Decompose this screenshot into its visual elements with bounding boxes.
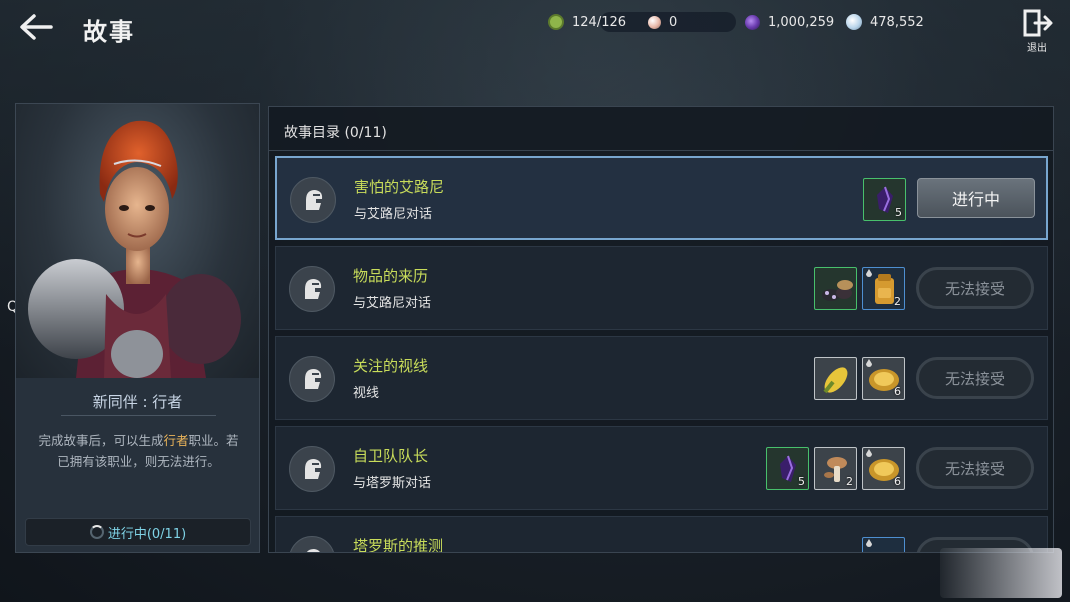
quest-objective: 视线 [353,386,380,401]
divider [269,150,1053,151]
reward-count: 2 [846,475,853,488]
companion-panel: 新同伴 : 行者 完成故事后，可以生成行者职业。若 已拥有该职业，则无法进行。 … [15,103,260,553]
drop-icon [866,359,872,367]
reward-item[interactable] [814,357,857,400]
top-bar: 故事 124/126 0 1,000,259 478,552 退出 [0,0,1070,56]
quest-objective: 与艾路尼对话 [353,296,432,311]
companion-portrait [16,104,259,378]
resource-pearl[interactable]: 0 [648,12,677,32]
quest-row[interactable]: 物品的来历 与艾路尼对话 2 无法接受 [275,246,1048,330]
companion-description: 完成故事后，可以生成行者职业。若 已拥有该职业，则无法进行。 [24,430,253,472]
reward-count: 6 [894,385,901,398]
reward-item[interactable]: 2 [814,447,857,490]
reward-count: 2 [894,295,901,308]
helmet-icon [289,356,335,402]
quest-row[interactable]: 自卫队队长 与塔罗斯对话 5 2 6 无法接受 [275,426,1048,510]
helmet-icon [290,177,336,223]
desc-text-1: 完成故事后，可以生成 [38,433,164,448]
quest-objective: 与塔罗斯对话 [353,476,432,491]
story-list-header: 故事目录 (0/11) [284,125,387,141]
reward-item[interactable]: 6 [862,357,905,400]
reward-count: 6 [894,475,901,488]
quest-row[interactable]: 塔罗斯的推测 [275,516,1048,553]
page-title: 故事 [83,18,135,46]
drop-icon [866,449,872,457]
quest-row[interactable]: 害怕的艾路尼 与艾路尼对话 5 进行中 [275,156,1048,240]
quest-name: 塔罗斯的推测 [353,537,444,553]
companion-title: 新同伴 : 行者 [92,393,183,411]
reward-item[interactable]: 2 [862,267,905,310]
reward-item[interactable]: 5 [863,178,906,221]
resource-energy-value: 124/126 [572,14,627,30]
divider [61,415,216,416]
resource-pearl-value: 0 [669,14,678,30]
story-progress-label: 进行中(0/11) [107,526,187,542]
quest-name: 自卫队队长 [353,447,429,465]
reward-item[interactable]: 6 [862,447,905,490]
back-button[interactable] [16,10,56,44]
reward-item[interactable] [862,537,905,552]
quest-unavailable-button[interactable]: 无法接受 [916,267,1034,309]
helmet-icon [289,266,335,312]
reward-count: 5 [798,475,805,488]
resource-silver-value: 478,552 [870,14,924,30]
reward-count: 5 [895,206,902,219]
ore-pile-icon [822,280,853,301]
quest-unavailable-button[interactable]: 无法接受 [916,447,1034,489]
resource-silver[interactable]: 478,552 [846,12,924,32]
quest-row[interactable]: 关注的视线 视线 6 无法接受 [275,336,1048,420]
exit-button[interactable]: 退出 [1020,8,1054,54]
resource-crystal[interactable]: 1,000,259 [745,12,834,32]
desc-class-highlight: 行者 [163,433,189,448]
arrow-left-icon [20,14,53,40]
story-list-panel: 故事目录 (0/11) 害怕的艾路尼 与艾路尼对话 5 进行中 物品的来历 与艾… [268,106,1054,553]
silver-icon [846,14,862,30]
helmet-icon [289,536,335,552]
quest-name: 物品的来历 [353,267,429,285]
resource-energy[interactable]: 124/126 [548,12,626,32]
drop-icon [866,539,872,547]
crystal-icon [745,14,760,30]
story-progress-button[interactable]: 进行中(0/11) [25,518,251,546]
watermark-logo [940,548,1062,598]
loading-spinner-icon [89,525,104,539]
resource-crystal-value: 1,000,259 [768,14,835,30]
quest-in-progress-button[interactable]: 进行中 [917,178,1035,218]
quest-name: 害怕的艾路尼 [354,178,445,196]
exit-label: 退出 [1027,43,1047,54]
quest-objective: 与艾路尼对话 [354,207,433,222]
energy-icon [548,14,564,30]
exit-door-icon [1023,9,1053,37]
drop-icon [866,269,872,277]
reward-item[interactable] [814,267,857,310]
pearl-icon [648,15,661,29]
helmet-icon [289,446,335,492]
corn-icon [823,367,848,394]
reward-item[interactable]: 5 [766,447,809,490]
desc-text-3: 已拥有该职业，则无法进行。 [57,454,220,469]
desc-text-2: 职业。若 [188,433,239,448]
quest-name: 关注的视线 [353,357,429,375]
quest-unavailable-button[interactable]: 无法接受 [916,357,1034,399]
character-portrait-image [28,120,241,378]
